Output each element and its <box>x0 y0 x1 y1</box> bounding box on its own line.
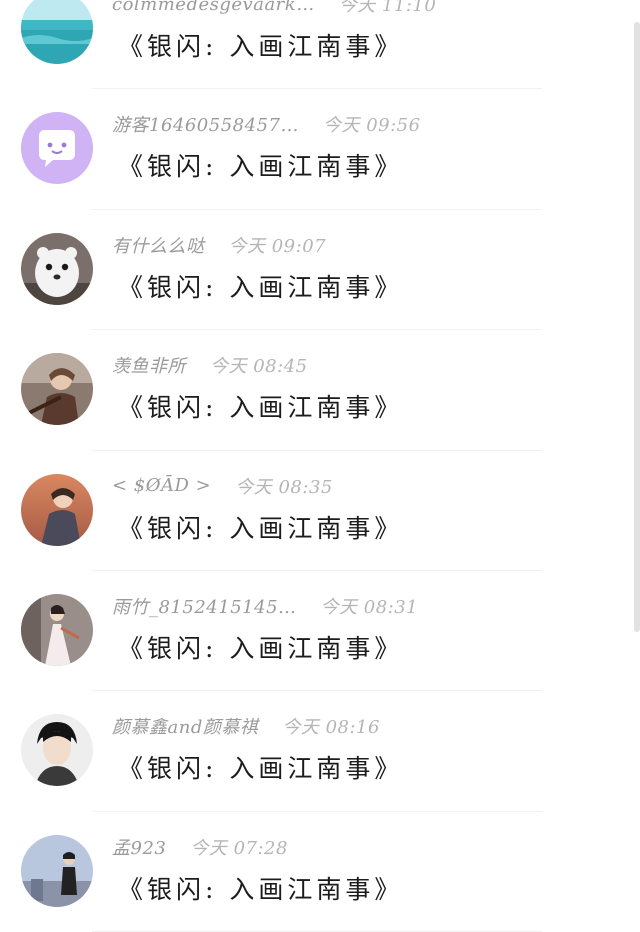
timestamp: 今天 08:35 <box>235 476 333 498</box>
comment-text: 《银闪: 入画江南事》 <box>118 874 404 904</box>
anime-character-avatar-icon[interactable] <box>21 353 93 426</box>
username[interactable]: 雨竹_8152415145… <box>112 593 297 619</box>
timestamp: 今天 11:10 <box>338 0 437 16</box>
comment-text: 《银闪: 入画江南事》 <box>118 152 404 182</box>
comment-meta: < $ØĀD > 今天 08:35 <box>112 473 333 499</box>
comment-meta: 颜慕鑫and颜慕祺 今天 08:16 <box>112 713 380 739</box>
chat-bubble-avatar-icon[interactable] <box>21 112 93 185</box>
comment-row[interactable]: 颜慕鑫and颜慕祺 今天 08:16 《银闪: 入画江南事》 <box>0 691 640 812</box>
comment-meta: 羡鱼非所 今天 08:45 <box>112 352 308 378</box>
timestamp: 今天 08:16 <box>282 717 380 739</box>
comment-text: 《银闪: 入画江南事》 <box>118 32 404 61</box>
comment-row[interactable]: 有什么么哒 今天 09:07 《银闪: 入画江南事》 <box>0 210 640 331</box>
scrollbar[interactable] <box>634 22 640 632</box>
comment-meta: 游客16460558457… 今天 09:56 <box>112 111 421 137</box>
username[interactable]: colmmedesgevaark… <box>112 0 315 15</box>
comment-meta: 雨竹_8152415145… 今天 08:31 <box>112 593 418 619</box>
comment-row[interactable]: 羡鱼非所 今天 08:45 《银闪: 入画江南事》 <box>0 330 640 451</box>
dancer-avatar-icon[interactable] <box>21 593 93 666</box>
comment-row[interactable]: 孟923 今天 07:28 《银闪: 入画江南事》 <box>0 812 640 932</box>
comment-list: colmmedesgevaark… 今天 11:10 《银闪: 入画江南事》 游… <box>0 0 640 932</box>
username[interactable]: 游客16460558457… <box>112 111 299 137</box>
comment-meta: 孟923 今天 07:28 <box>112 834 288 860</box>
username[interactable]: 羡鱼非所 <box>112 352 186 378</box>
street-photo-avatar-icon[interactable] <box>21 834 93 907</box>
timestamp: 今天 08:45 <box>210 356 308 378</box>
comment-row[interactable]: 雨竹_8152415145… 今天 08:31 《银闪: 入画江南事》 <box>0 571 640 692</box>
anime-sunset-avatar-icon[interactable] <box>21 473 93 546</box>
comment-text: 《银闪: 入画江南事》 <box>118 513 404 543</box>
timestamp: 今天 09:56 <box>322 115 421 137</box>
username[interactable]: 有什么么哒 <box>112 232 205 258</box>
white-ferret-avatar-icon[interactable] <box>21 232 93 305</box>
comment-row[interactable]: 游客16460558457… 今天 09:56 《银闪: 入画江南事》 <box>0 89 640 210</box>
comment-text: 《银闪: 入画江南事》 <box>118 272 404 302</box>
comment-meta: 有什么么哒 今天 09:07 <box>112 232 326 258</box>
username[interactable]: < $ØĀD > <box>112 475 211 496</box>
comment-text: 《银闪: 入画江南事》 <box>118 754 404 784</box>
timestamp: 今天 07:28 <box>190 837 288 859</box>
comment-row[interactable]: colmmedesgevaark… 今天 11:10 《银闪: 入画江南事》 <box>0 0 640 90</box>
comment-meta: colmmedesgevaark… 今天 11:10 <box>112 0 436 17</box>
portrait-man-avatar-icon[interactable] <box>21 714 93 787</box>
comment-text: 《银闪: 入画江南事》 <box>118 633 404 663</box>
timestamp: 今天 09:07 <box>228 235 327 257</box>
timestamp: 今天 08:31 <box>320 596 419 618</box>
username[interactable]: 孟923 <box>112 834 166 860</box>
comment-text: 《银闪: 入画江南事》 <box>118 393 404 423</box>
username[interactable]: 颜慕鑫and颜慕祺 <box>112 713 258 739</box>
comment-row[interactable]: < $ØĀD > 今天 08:35 《银闪: 入画江南事》 <box>0 451 640 571</box>
beach-sea-avatar-icon[interactable] <box>21 0 93 64</box>
